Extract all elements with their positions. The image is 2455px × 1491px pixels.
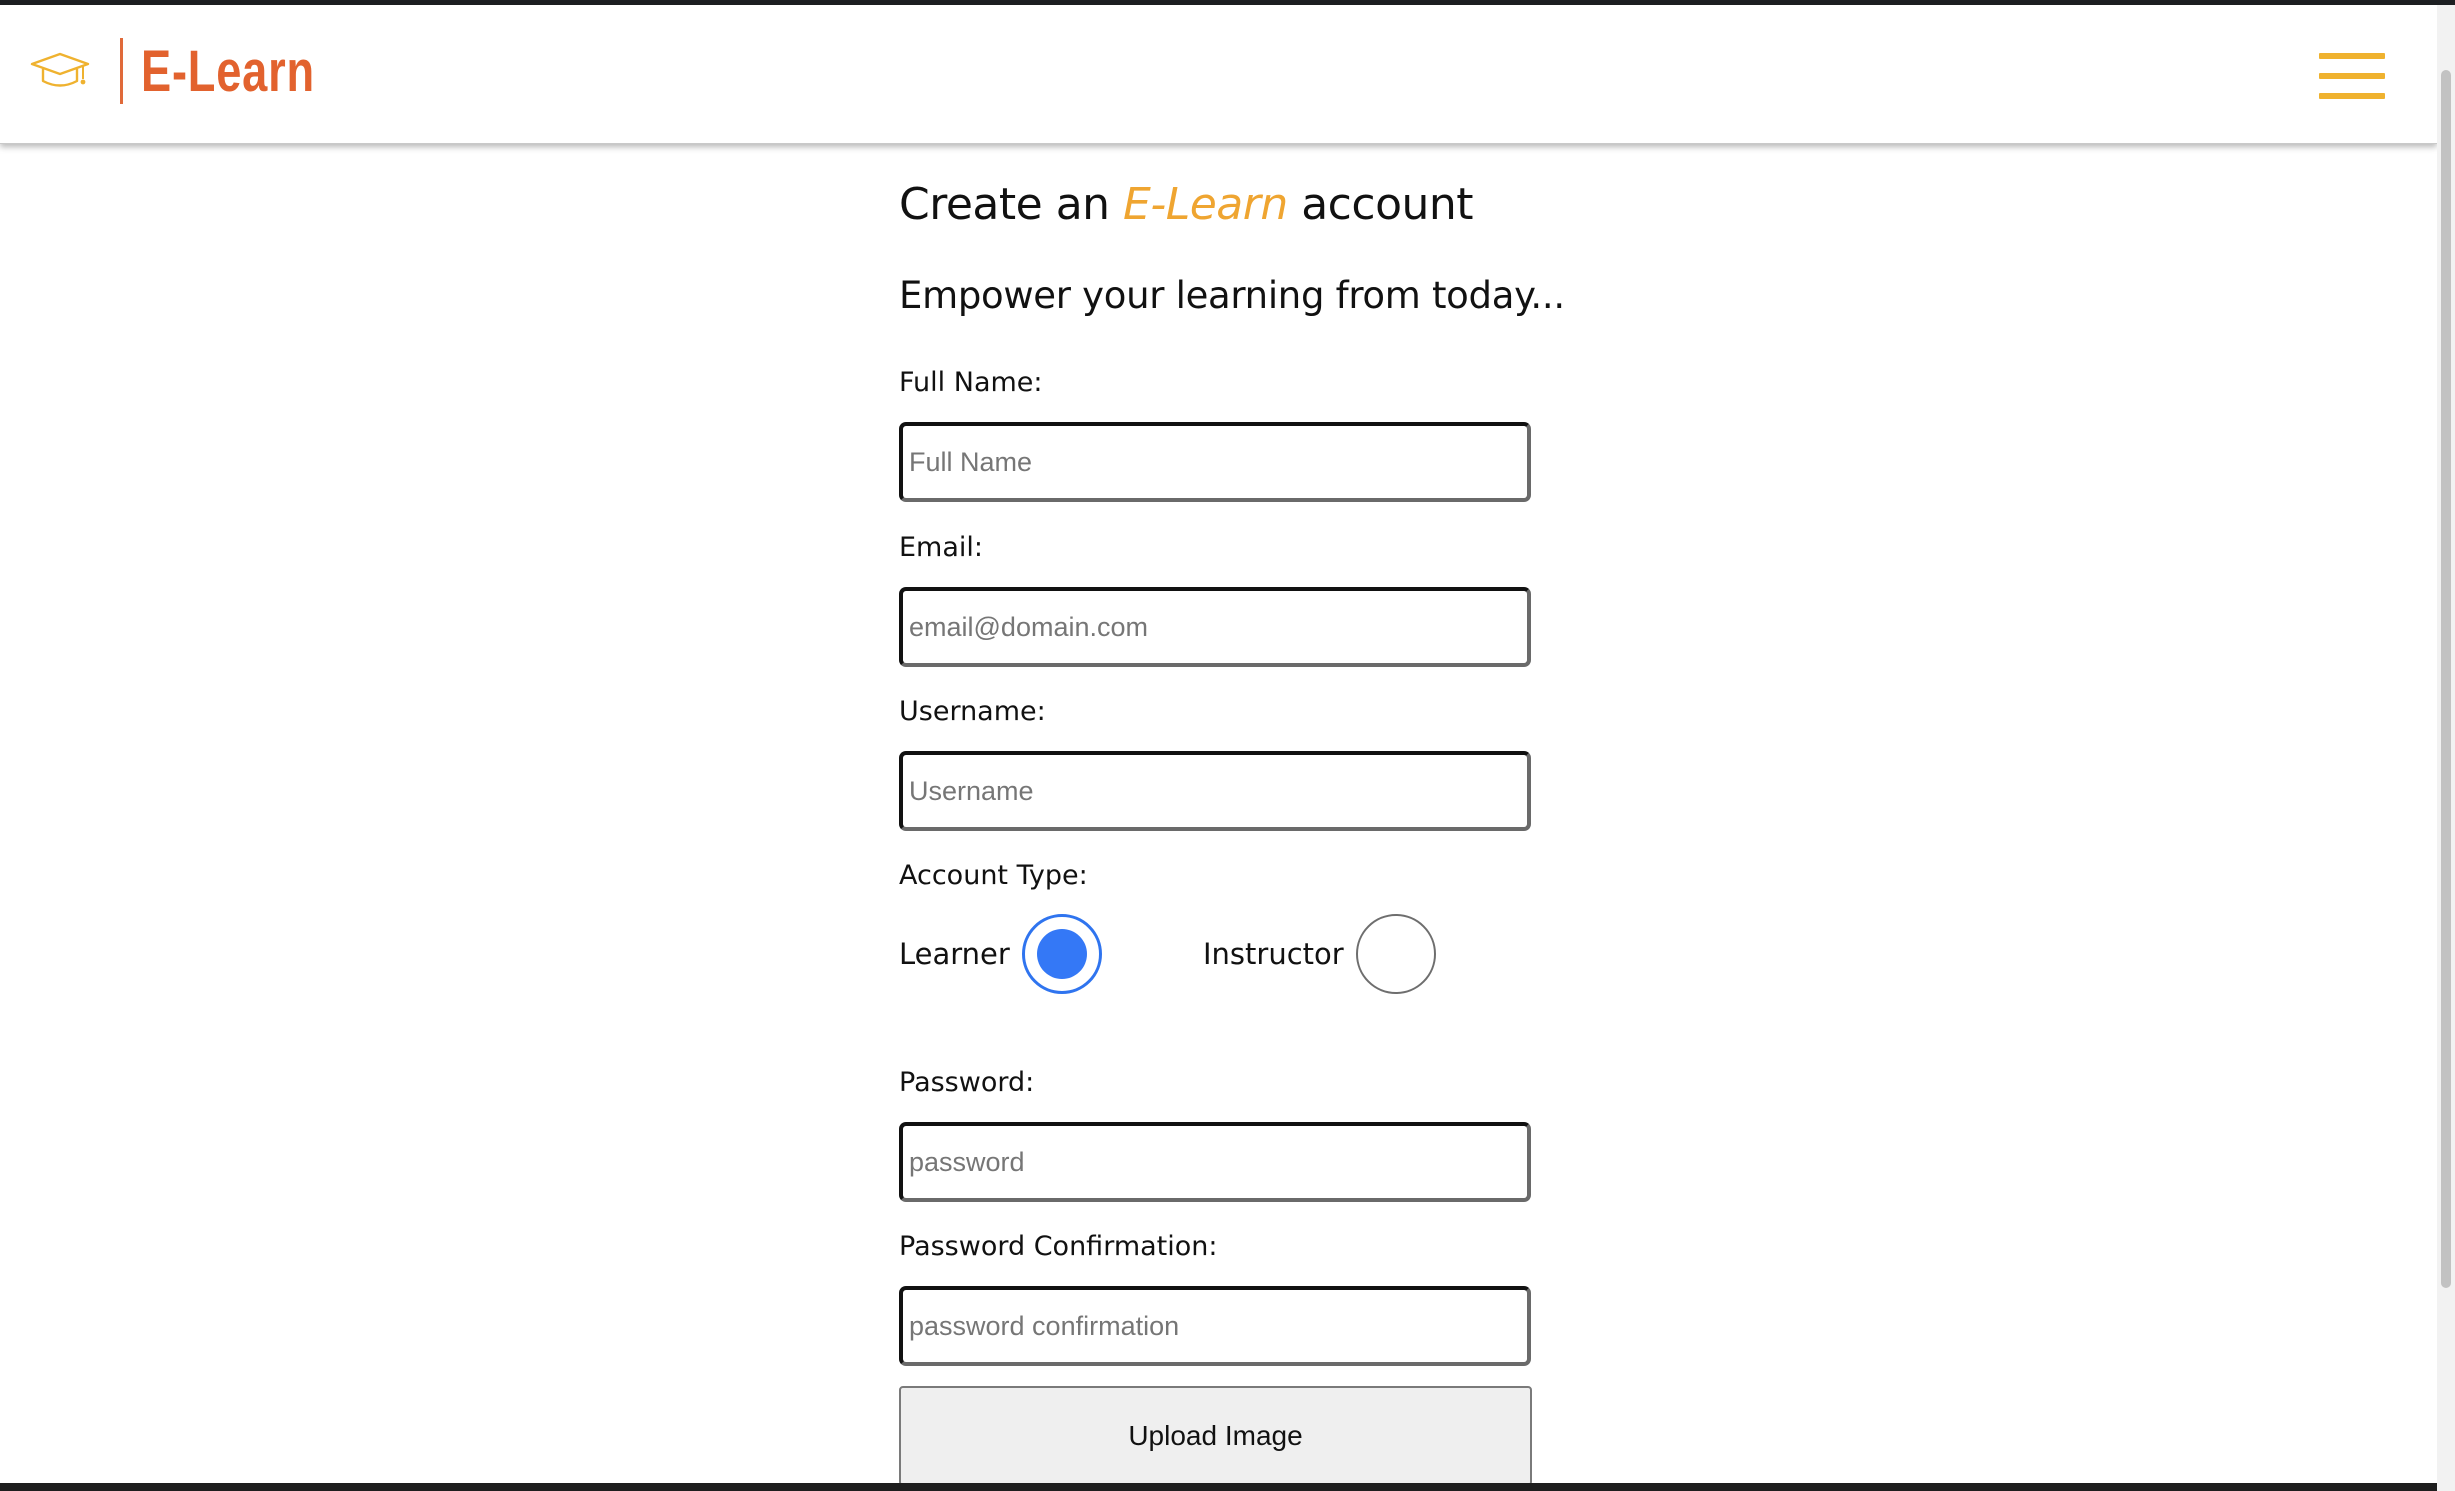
radio-label-learner: Learner: [899, 937, 1010, 971]
vertical-scrollbar[interactable]: [2437, 5, 2455, 1491]
full-name-label: Full Name:: [899, 367, 1043, 398]
signup-form: Create an E-Learn account Empower your l…: [899, 175, 1565, 1486]
scrollbar-thumb[interactable]: [2441, 70, 2451, 1288]
title-prefix: Create an: [899, 179, 1124, 230]
page-title: Create an E-Learn account: [899, 175, 1539, 235]
upload-image-button[interactable]: Upload Image: [899, 1386, 1532, 1486]
radio-option-instructor[interactable]: Instructor: [1203, 912, 1436, 996]
bottom-edge-strip: [0, 1483, 2437, 1491]
password-input[interactable]: [899, 1122, 1531, 1202]
brand-name: E-Learn: [141, 38, 315, 104]
account-type-options: Learner Instructor: [899, 912, 1539, 996]
username-label: Username:: [899, 696, 1046, 727]
username-input[interactable]: [899, 751, 1531, 831]
brand-link[interactable]: E-Learn: [28, 35, 364, 107]
hamburger-bar-bottom: [2319, 93, 2385, 99]
title-suffix: account: [1287, 179, 1474, 230]
radio-option-learner[interactable]: Learner: [899, 912, 1102, 996]
tagline: Empower your learning from today...: [899, 274, 1565, 317]
hamburger-bar-top: [2319, 53, 2385, 59]
password-confirmation-input[interactable]: [899, 1286, 1531, 1366]
email-label: Email:: [899, 532, 984, 563]
account-type-label: Account Type:: [899, 860, 1088, 891]
full-name-input[interactable]: [899, 422, 1531, 502]
navbar: E-Learn: [0, 5, 2437, 144]
hamburger-bar-middle: [2319, 73, 2385, 79]
radio-instructor[interactable]: [1355, 914, 1436, 994]
password-label: Password:: [899, 1067, 1035, 1098]
radio-learner[interactable]: [1021, 914, 1102, 994]
email-input[interactable]: [899, 587, 1531, 667]
title-brand: E-Learn: [1123, 179, 1288, 230]
password-confirmation-label: Password Confirmation:: [899, 1231, 1218, 1262]
radio-label-instructor: Instructor: [1203, 937, 1344, 971]
brand-divider: [120, 38, 123, 104]
hamburger-menu-icon[interactable]: [2319, 47, 2391, 105]
graduation-cap-icon: [30, 52, 90, 87]
